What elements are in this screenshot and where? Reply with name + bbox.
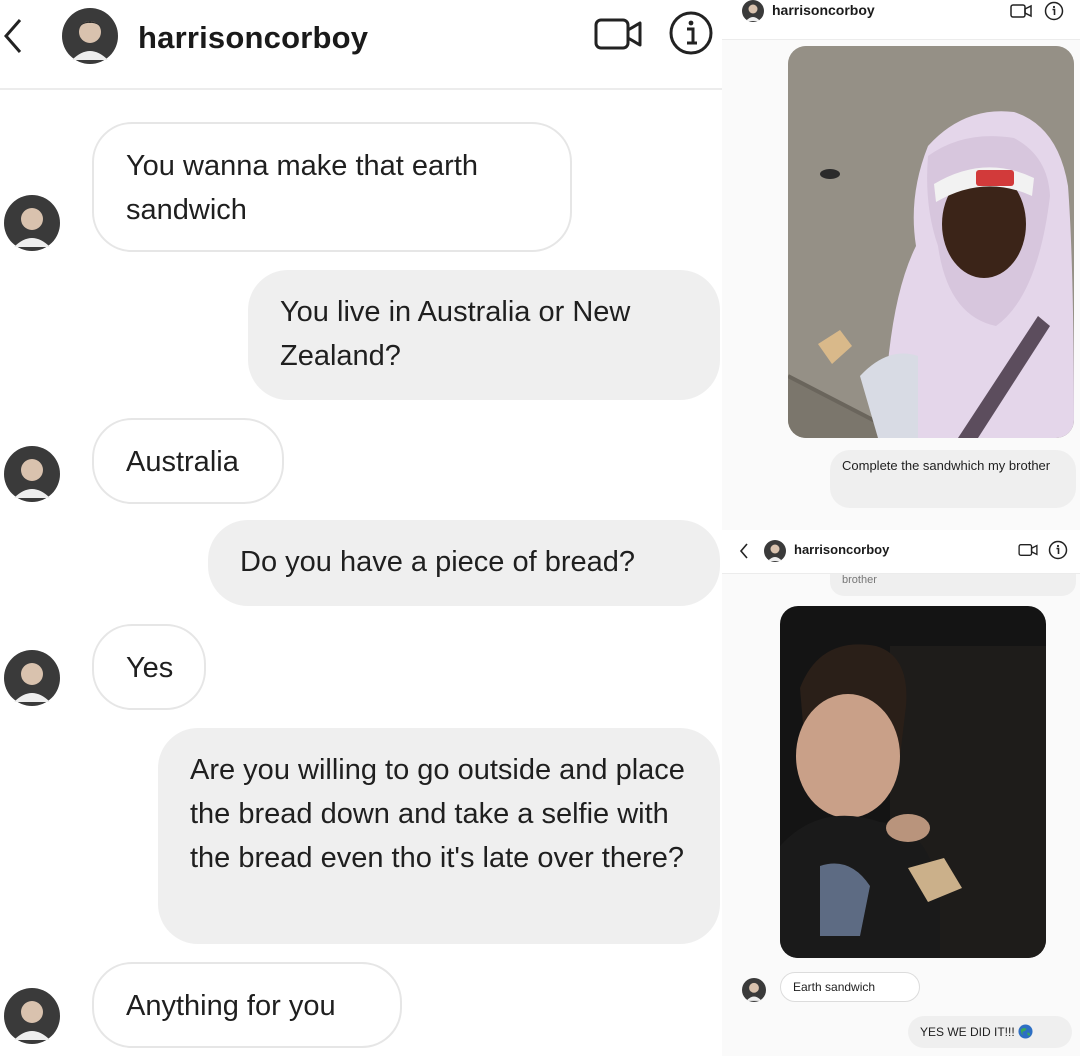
profile-avatar[interactable] — [62, 8, 118, 64]
video-call-icon[interactable] — [1018, 542, 1038, 558]
caption-bubble-incoming: Earth sandwich — [780, 972, 920, 1002]
reply-bubble-outgoing: YES WE DID IT!!! — [908, 1016, 1072, 1048]
chat-header-small: harrisoncorboy — [722, 0, 1080, 40]
profile-avatar[interactable] — [764, 540, 786, 562]
info-icon[interactable] — [1044, 1, 1064, 21]
caption-bubble-outgoing: Complete the sandwhich my brother — [830, 450, 1076, 508]
sender-avatar[interactable] — [4, 446, 60, 502]
selfie-photo-hoodie[interactable] — [788, 46, 1074, 438]
reply-text: YES WE DID IT!!! — [920, 1025, 1015, 1039]
profile-avatar[interactable] — [742, 0, 764, 22]
cut-off-bubble: brother — [830, 574, 1076, 596]
main-chat-panel: harrisoncorboy You wanna make that earth… — [0, 0, 722, 1056]
globe-emoji-icon — [1018, 1024, 1033, 1039]
back-chevron-icon[interactable] — [738, 542, 750, 560]
info-icon[interactable] — [668, 10, 714, 56]
message-bubble-incoming: You wanna make that earth sandwich — [92, 122, 572, 252]
screenshot-panel-bottom: harrisoncorboy brother Earth sandwich YE… — [722, 520, 1080, 1056]
sender-avatar[interactable] — [742, 978, 766, 1002]
message-bubble-outgoing: You live in Australia or New Zealand? — [248, 270, 720, 400]
info-icon[interactable] — [1048, 540, 1068, 560]
message-bubble-outgoing: Do you have a piece of bread? — [208, 520, 720, 606]
chat-username[interactable]: harrisoncorboy — [794, 542, 889, 557]
video-call-icon[interactable] — [1010, 2, 1032, 20]
chat-header-small: harrisoncorboy — [722, 530, 1080, 574]
message-bubble-outgoing: Are you willing to go outside and place … — [158, 728, 720, 944]
message-bubble-incoming: Anything for you — [92, 962, 402, 1048]
screenshot-panel-top: harrisoncorboy Complete the sandwhich my… — [722, 0, 1080, 520]
message-bubble-incoming: Yes — [92, 624, 206, 710]
sender-avatar[interactable] — [4, 988, 60, 1044]
message-bubble-incoming: Australia — [92, 418, 284, 504]
selfie-photo-night[interactable] — [780, 606, 1046, 958]
chat-username[interactable]: harrisoncorboy — [138, 20, 368, 56]
back-chevron-icon[interactable] — [2, 14, 32, 58]
chat-username[interactable]: harrisoncorboy — [772, 2, 875, 18]
sender-avatar[interactable] — [4, 195, 60, 251]
sender-avatar[interactable] — [4, 650, 60, 706]
chat-header: harrisoncorboy — [0, 0, 722, 90]
video-call-icon[interactable] — [594, 14, 644, 54]
